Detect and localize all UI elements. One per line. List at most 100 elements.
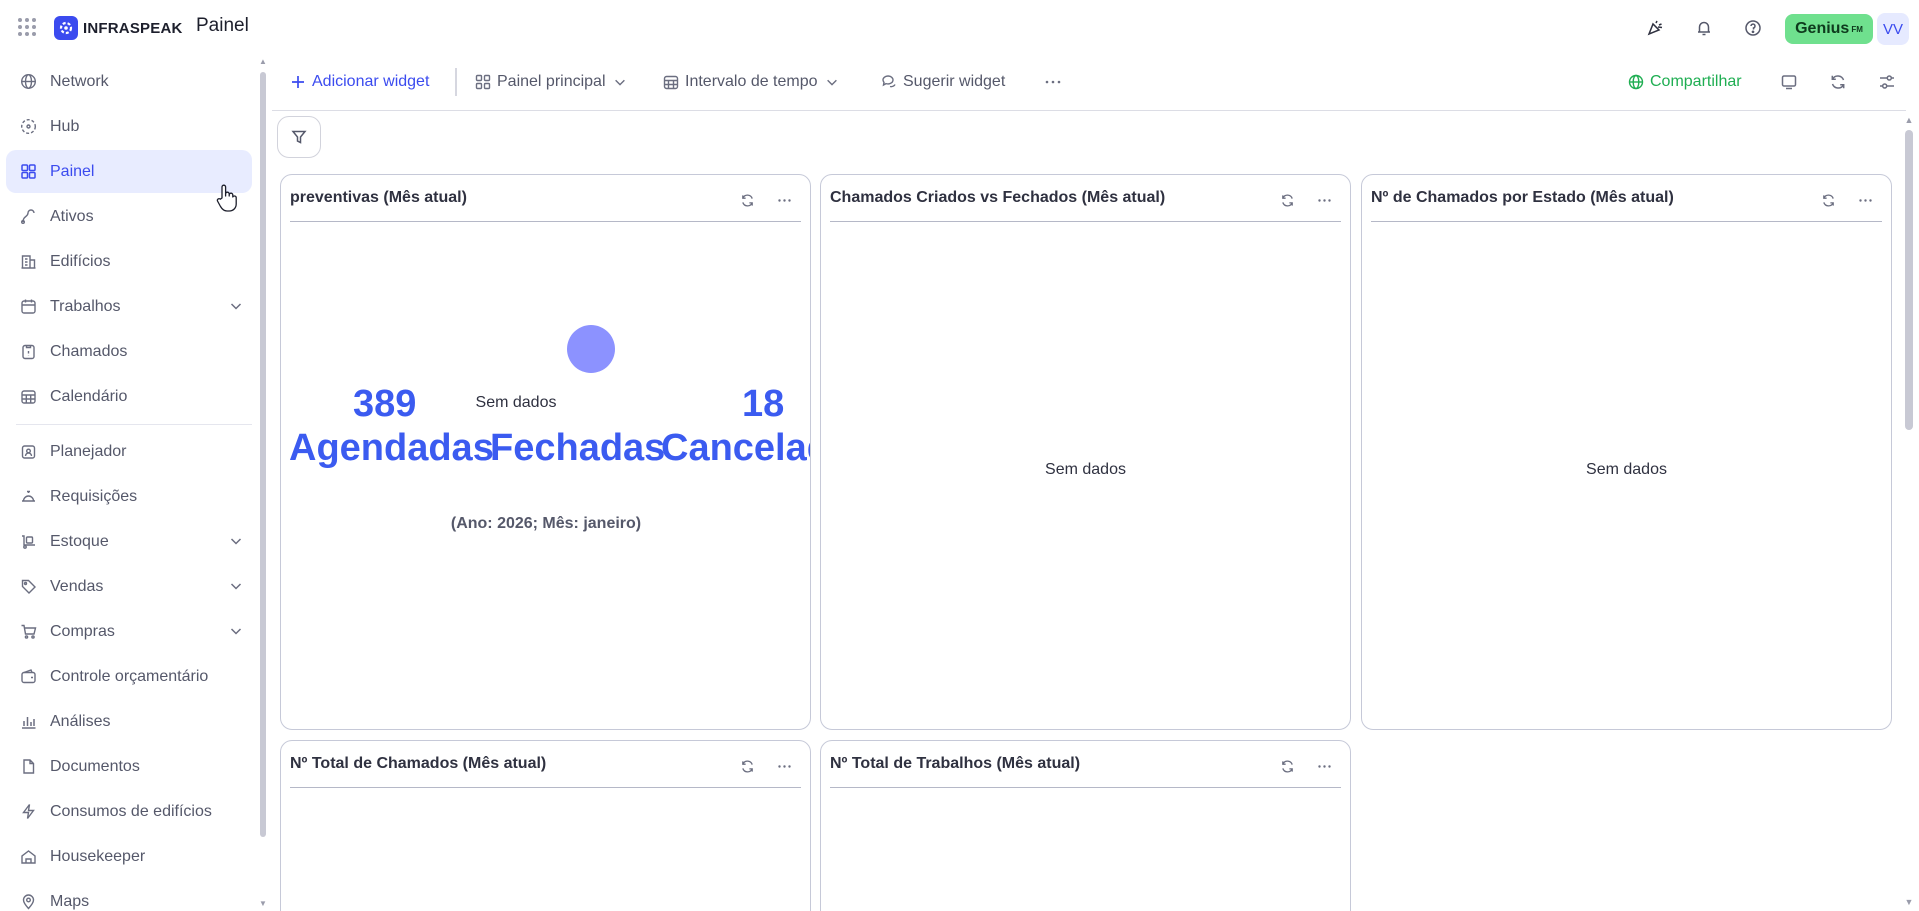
settings-sliders-icon[interactable]: [1875, 70, 1899, 94]
more-options-icon[interactable]: [773, 189, 795, 211]
refresh-icon[interactable]: [736, 189, 758, 211]
apps-grid-icon[interactable]: [18, 18, 36, 36]
chevron-down-icon[interactable]: [228, 298, 244, 314]
building-icon: [19, 253, 37, 271]
refresh-icon[interactable]: [736, 755, 758, 777]
sidebar-item-calendario[interactable]: Calendário: [6, 375, 252, 418]
sidebar-item-requisicoes[interactable]: Requisições: [6, 475, 252, 518]
kpi-cancelled-label: Cancelad: [661, 427, 810, 469]
plus-icon: [292, 76, 304, 88]
sidebar-item-documentos[interactable]: Documentos: [6, 745, 252, 788]
cart-icon: [19, 623, 37, 641]
sidebar-item-label: Chamados: [50, 342, 128, 360]
sidebar-item-label: Housekeeper: [50, 847, 146, 865]
sidebar-item-label: Trabalhos: [50, 297, 121, 315]
sidebar-item-vendas[interactable]: Vendas: [6, 565, 252, 608]
main-scroll-up-arrow[interactable]: ▲: [1903, 116, 1915, 125]
sidebar-item-analises[interactable]: Análises: [6, 700, 252, 743]
sidebar-item-hub[interactable]: Hub: [6, 105, 252, 148]
sidebar-item-edificios[interactable]: Edifícios: [6, 240, 252, 283]
more-options-icon[interactable]: [1041, 70, 1065, 94]
logo[interactable]: INFRASPEAK: [54, 16, 183, 40]
widget-created-vs-closed: Chamados Criados vs Fechados (Mês atual)…: [820, 174, 1351, 730]
dashboard-toolbar: Adicionar widget Painel principal Interv…: [278, 62, 1908, 102]
chevron-down-icon[interactable]: [228, 533, 244, 549]
map-pin-icon: [19, 893, 37, 911]
sidebar-item-label: Ativos: [50, 207, 94, 225]
genius-button[interactable]: Genius FM: [1785, 14, 1873, 44]
sidebar-item-compras[interactable]: Compras: [6, 610, 252, 653]
no-data-label: Sem dados: [1045, 461, 1126, 478]
kpi-period: (Ano: 2026; Mês: janeiro): [450, 515, 642, 532]
calendar-icon: [663, 75, 679, 90]
refresh-icon[interactable]: [1276, 189, 1298, 211]
sidebar-item-chamados[interactable]: Chamados: [6, 330, 252, 373]
sidebar-item-label: Análises: [50, 712, 111, 730]
sidebar-item-network[interactable]: Network: [6, 60, 252, 103]
time-range-select[interactable]: Intervalo de tempo: [663, 68, 839, 96]
sidebar-item-consumos-de-edificios[interactable]: Consumos de edifícios: [6, 790, 252, 833]
sidebar-item-controle-orcamentario[interactable]: Controle orçamentário: [6, 655, 252, 698]
widget-title: Chamados Criados vs Fechados (Mês atual): [830, 189, 1166, 206]
filter-icon: [291, 130, 307, 144]
content-divider: [272, 110, 1906, 111]
help-icon[interactable]: [1741, 16, 1765, 40]
avatar[interactable]: VV: [1877, 13, 1909, 45]
sidebar-item-label: Controle orçamentário: [50, 667, 209, 685]
main-scrollbar[interactable]: [1905, 130, 1913, 430]
sidebar-item-label: Painel: [50, 162, 95, 180]
sidebar-item-label: Calendário: [50, 387, 128, 405]
wallet-icon: [19, 668, 37, 686]
share-button[interactable]: Compartilhar: [1628, 68, 1742, 96]
logo-icon: [54, 16, 78, 40]
sidebar-item-label: Vendas: [50, 577, 104, 595]
filter-button[interactable]: [277, 116, 321, 158]
sidebar-item-trabalhos[interactable]: Trabalhos: [6, 285, 252, 328]
more-options-icon[interactable]: [1854, 189, 1876, 211]
widget-title: Nº Total de Chamados (Mês atual): [290, 755, 547, 772]
housekeeper-icon: [19, 848, 37, 866]
sidebar-item-label: Hub: [50, 117, 80, 135]
sidebar-item-label: Planejador: [50, 442, 127, 460]
more-options-icon[interactable]: [773, 755, 795, 777]
tv-mode-icon[interactable]: [1777, 70, 1801, 94]
widget-tickets-by-state: Nº de Chamados por Estado (Mês atual) Se…: [1361, 174, 1892, 730]
widget-divider: [830, 787, 1341, 788]
logo-text: INFRASPEAK: [83, 19, 183, 37]
sidebar-item-estoque[interactable]: Estoque: [6, 520, 252, 563]
more-options-icon[interactable]: [1313, 755, 1335, 777]
main-scroll-down-arrow[interactable]: ▼: [1903, 898, 1915, 907]
chevron-down-icon[interactable]: [228, 623, 244, 639]
add-widget-button[interactable]: Adicionar widget: [290, 68, 429, 96]
refresh-icon[interactable]: [1276, 755, 1298, 777]
sidebar-item-label: Consumos de edifícios: [50, 802, 212, 820]
sidebar-divider: [16, 424, 252, 425]
bell-icon[interactable]: [1692, 16, 1716, 40]
party-popper-icon[interactable]: [1643, 16, 1667, 40]
more-options-icon[interactable]: [1313, 189, 1335, 211]
chevron-down-icon: [614, 79, 625, 86]
chevron-down-icon[interactable]: [228, 578, 244, 594]
bar-chart-icon: [19, 713, 37, 731]
sidebar-item-planejador[interactable]: Planejador: [6, 430, 252, 473]
sidebar-scrollbar[interactable]: [260, 72, 266, 837]
kpi-cancelled-value: 18: [742, 383, 785, 425]
suggest-widget-button[interactable]: Sugerir widget: [881, 68, 1005, 96]
kpi-pie-placeholder: [567, 325, 615, 373]
sidebar-item-maps[interactable]: Maps: [6, 880, 252, 911]
document-icon: [19, 758, 37, 776]
widget-divider: [1371, 221, 1882, 222]
refresh-icon[interactable]: [1826, 70, 1850, 94]
chevron-down-icon: [826, 79, 837, 86]
sidebar-item-housekeeper[interactable]: Housekeeper: [6, 835, 252, 878]
no-data-label: Sem dados: [1586, 461, 1667, 478]
sidebar-scroll-up-arrow[interactable]: ▲: [258, 58, 268, 66]
no-data-label: Sem dados: [475, 394, 557, 411]
refresh-icon[interactable]: [1817, 189, 1839, 211]
dashboard-select[interactable]: Painel principal: [475, 68, 627, 96]
sidebar-scroll-down-arrow[interactable]: ▼: [258, 900, 268, 908]
page-title: Painel: [196, 15, 249, 36]
kpi-closed-label: Fechadas: [490, 427, 666, 469]
kpi-scheduled-label: Agendadas: [289, 427, 494, 469]
calendar-grid-icon: [19, 388, 37, 406]
